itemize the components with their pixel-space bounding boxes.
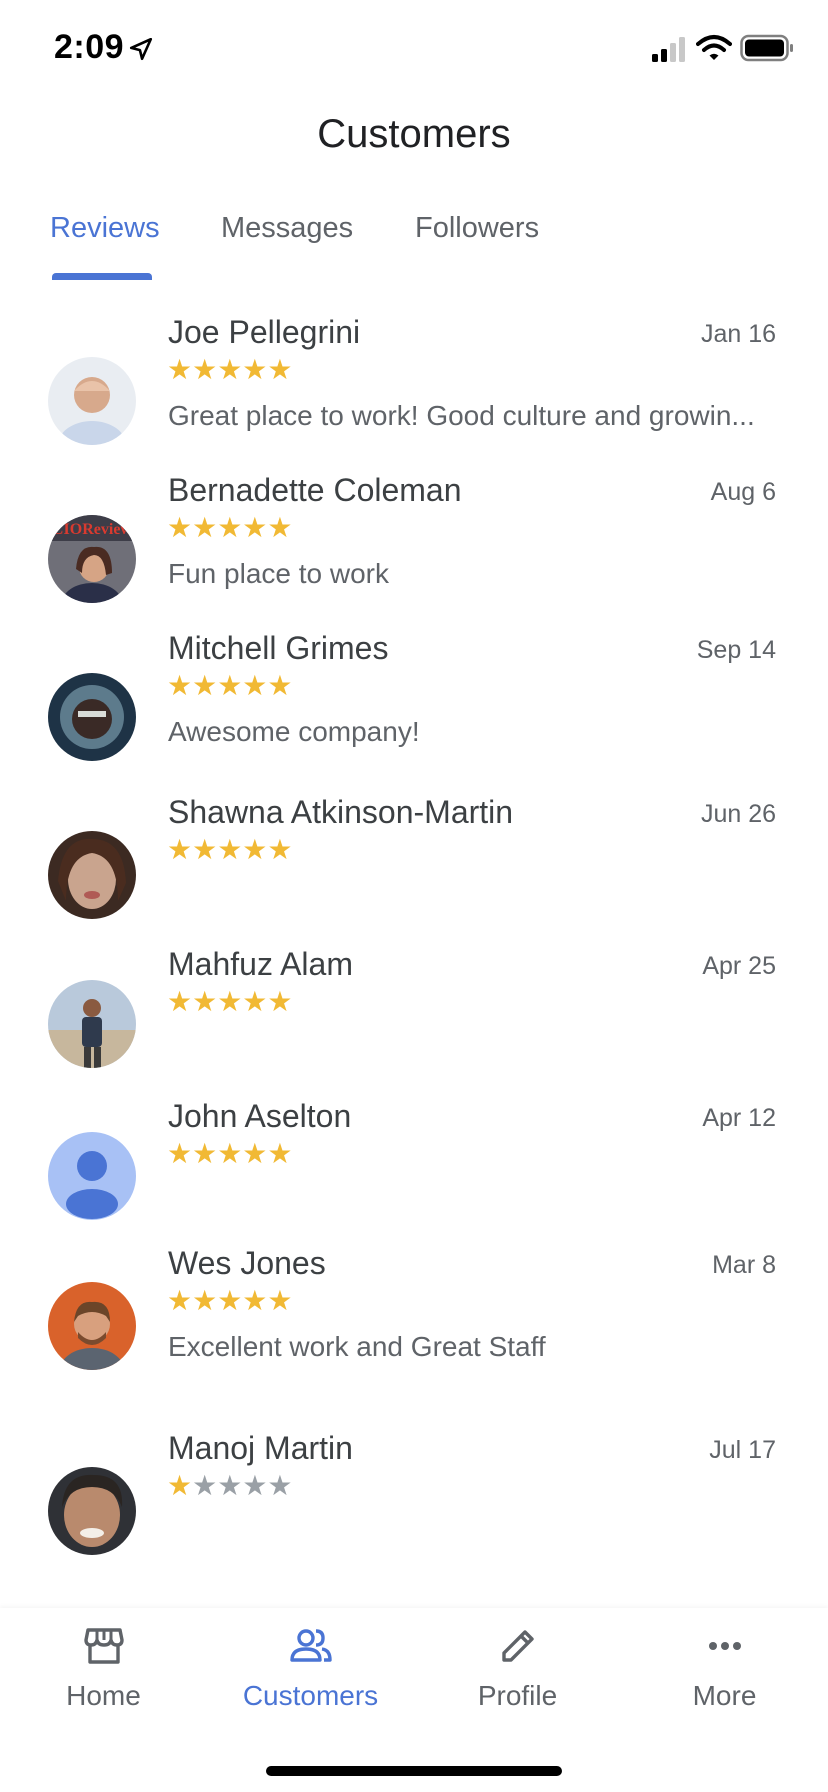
reviewer-name: Bernadette Coleman bbox=[168, 472, 462, 508]
avatar-badge-text: CIOReview bbox=[52, 521, 132, 538]
review-date: Mar 8 bbox=[712, 1251, 776, 1279]
avatar bbox=[48, 1467, 136, 1555]
nav-home[interactable]: Home bbox=[0, 1624, 207, 1724]
nav-customers[interactable]: Customers bbox=[207, 1624, 414, 1724]
review-date: Apr 25 bbox=[702, 952, 776, 980]
avatar bbox=[48, 357, 136, 445]
review-list[interactable]: Joe Pellegrini Jan 16 ★★★★★ Great place … bbox=[0, 282, 828, 1608]
star-icon: ★★★★★ bbox=[167, 512, 293, 543]
avatar: CIOReview bbox=[48, 515, 136, 603]
star-icon: ★★★★★ bbox=[167, 1285, 293, 1316]
reviewer-name: Shawna Atkinson-Martin bbox=[168, 794, 514, 830]
star-icon: ★★★★★ bbox=[167, 1138, 293, 1169]
store-icon bbox=[83, 1628, 124, 1664]
star-rating: ★★★★★ bbox=[167, 514, 293, 542]
tab-messages[interactable]: Messages bbox=[221, 212, 353, 245]
location-arrow-icon bbox=[129, 37, 153, 61]
review-date: Jul 17 bbox=[709, 1436, 776, 1464]
nav-more-label: More bbox=[692, 1680, 757, 1711]
star-rating: ★★★★★ bbox=[167, 836, 293, 864]
review-date: Jan 16 bbox=[700, 320, 776, 348]
reviewer-name: John Aselton bbox=[168, 1098, 352, 1134]
star-icon: ★★★★★ bbox=[167, 354, 293, 385]
avatar bbox=[48, 831, 136, 919]
tab-reviews[interactable]: Reviews bbox=[50, 212, 160, 245]
nav-profile[interactable]: Profile bbox=[414, 1624, 621, 1724]
star-icon: ★★★★★ bbox=[167, 670, 293, 701]
nav-home-label: Home bbox=[66, 1680, 141, 1711]
avatar bbox=[48, 980, 136, 1068]
nav-profile-label: Profile bbox=[477, 1680, 558, 1711]
reviewer-name: Wes Jones bbox=[168, 1245, 326, 1281]
star-rating: ★★★★★ bbox=[167, 1140, 293, 1168]
star-icon: ★★★★★ bbox=[167, 986, 293, 1017]
review-text: Fun place to work bbox=[168, 558, 389, 589]
nav-customers-label: Customers bbox=[242, 1680, 379, 1711]
review-text: Awesome company! bbox=[168, 716, 420, 747]
review-date: Apr 12 bbox=[702, 1104, 776, 1132]
star-icon: ★★★★★ bbox=[167, 834, 293, 865]
review-text: Great place to work! Good culture and gr… bbox=[168, 400, 755, 431]
battery-icon bbox=[740, 34, 793, 62]
review-date: Sep 14 bbox=[696, 636, 776, 664]
people-icon bbox=[289, 1629, 332, 1662]
nav-more[interactable]: More bbox=[621, 1624, 828, 1724]
default-avatar-icon bbox=[48, 1132, 136, 1220]
review-date: Jun 26 bbox=[700, 800, 776, 828]
more-horizontal-icon bbox=[708, 1642, 741, 1650]
status-time: 2:09 bbox=[54, 28, 125, 66]
review-text: Excellent work and Great Staff bbox=[168, 1331, 546, 1362]
avatar bbox=[48, 673, 136, 761]
reviewer-name: Joe Pellegrini bbox=[168, 314, 361, 350]
tab-followers[interactable]: Followers bbox=[415, 212, 539, 245]
reviewer-name: Mahfuz Alam bbox=[168, 946, 353, 982]
star-rating: ★★★★★ bbox=[167, 356, 293, 384]
tab-bar: Reviews Messages Followers bbox=[0, 200, 828, 280]
bottom-navigation: Home Customers Profile More bbox=[0, 1608, 828, 1792]
avatar bbox=[48, 1282, 136, 1370]
wifi-icon bbox=[696, 35, 732, 60]
reviewer-name: Manoj Martin bbox=[168, 1430, 353, 1466]
star-rating: ★★★★★ bbox=[167, 672, 293, 700]
pencil-icon bbox=[501, 1630, 534, 1662]
home-indicator[interactable] bbox=[266, 1766, 562, 1776]
cellular-signal-icon bbox=[652, 37, 685, 62]
star-rating: ★★★★★ bbox=[167, 988, 293, 1016]
star-rating: ★★★★★ bbox=[167, 1287, 293, 1315]
star-icon: ★ bbox=[167, 1470, 193, 1501]
star-rating: ★★★★★ bbox=[167, 1472, 293, 1500]
active-tab-indicator bbox=[52, 273, 152, 280]
reviewer-name: Mitchell Grimes bbox=[168, 630, 389, 666]
star-empty-icon: ★★★★ bbox=[192, 1470, 293, 1501]
status-bar: 2:09 bbox=[0, 0, 828, 96]
review-date: Aug 6 bbox=[710, 478, 776, 506]
page-title: Customers bbox=[317, 112, 511, 156]
